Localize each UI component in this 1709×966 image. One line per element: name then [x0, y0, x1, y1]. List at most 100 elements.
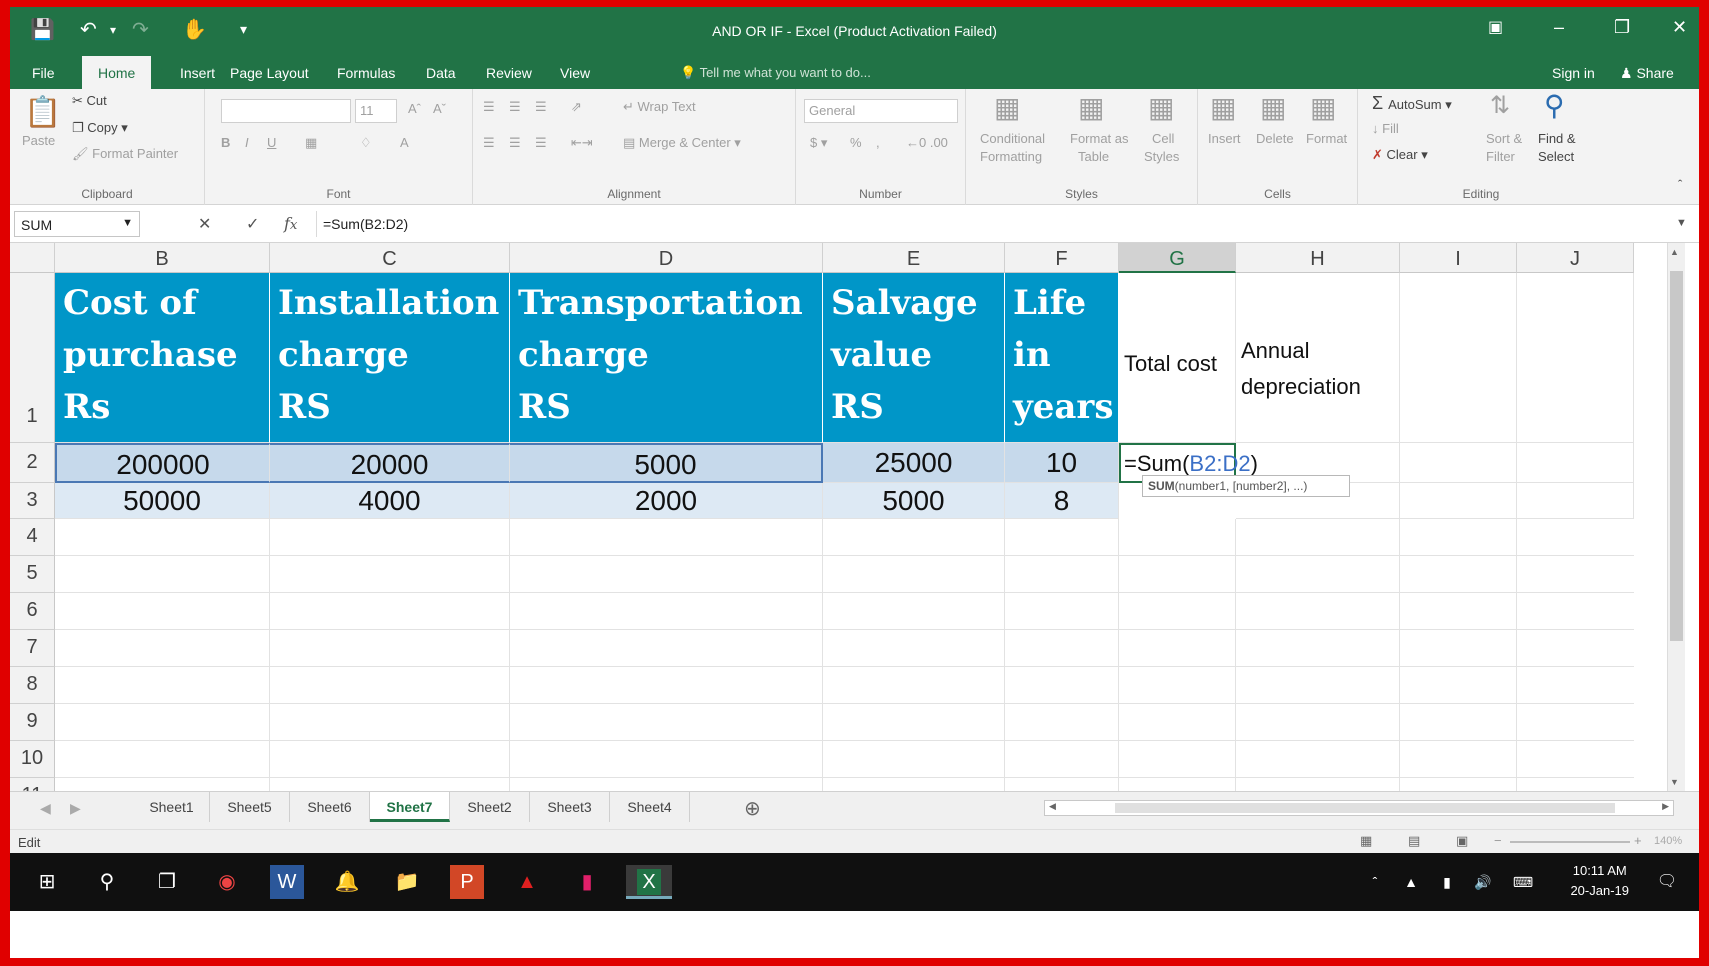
- tab-data[interactable]: Data: [426, 65, 456, 81]
- sort-filter-icon[interactable]: ⇅: [1490, 91, 1510, 120]
- decimal-icon[interactable]: ←0 .00: [906, 135, 948, 150]
- column-header-j[interactable]: J: [1517, 243, 1634, 273]
- horizontal-scrollbar[interactable]: ◀ ▶: [1044, 800, 1674, 816]
- sheet-tab-sheet6[interactable]: Sheet6: [290, 792, 370, 822]
- font-size-box[interactable]: 11: [355, 99, 397, 123]
- row-header-4[interactable]: 4: [10, 519, 55, 556]
- cell-b3[interactable]: 50000: [55, 483, 270, 519]
- chrome-icon[interactable]: ◉: [210, 865, 244, 899]
- fill-color-icon[interactable]: ♢: [360, 135, 372, 151]
- column-header-b[interactable]: B: [55, 243, 270, 273]
- sheet-tab-sheet5[interactable]: Sheet5: [210, 792, 290, 822]
- minimize-button[interactable]: –: [1554, 17, 1564, 38]
- new-sheet-icon[interactable]: ⊕: [744, 796, 761, 821]
- cell-styles-icon[interactable]: ▦: [1148, 91, 1174, 124]
- cell-i2[interactable]: [1400, 443, 1517, 483]
- align-left-icon[interactable]: ☰: [483, 135, 495, 151]
- collapse-ribbon-icon[interactable]: ˆ: [1678, 177, 1682, 192]
- conditional-formatting-icon[interactable]: ▦: [994, 91, 1020, 124]
- sheet-tab-sheet3[interactable]: Sheet3: [530, 792, 610, 822]
- font-color-icon[interactable]: A: [400, 135, 409, 150]
- cell-f3[interactable]: 8: [1005, 483, 1119, 519]
- row-header-6[interactable]: 6: [10, 593, 55, 630]
- conditional-formatting-label[interactable]: Conditional: [980, 131, 1045, 146]
- row-header-5[interactable]: 5: [10, 556, 55, 593]
- media-app-icon[interactable]: ▮: [570, 865, 604, 899]
- system-clock[interactable]: 10:11 AM 20-Jan-19: [1570, 861, 1629, 901]
- underline-button[interactable]: U: [267, 135, 276, 150]
- delete-cells-button[interactable]: Delete: [1256, 131, 1294, 146]
- format-painter-button[interactable]: 🖌 Format Painter: [72, 146, 178, 162]
- scroll-up-icon[interactable]: ▲: [1670, 247, 1679, 257]
- row-header-7[interactable]: 7: [10, 630, 55, 667]
- volume-icon[interactable]: 🔊: [1466, 865, 1500, 899]
- scroll-right-icon[interactable]: ▶: [1662, 801, 1669, 812]
- column-header-e[interactable]: E: [823, 243, 1005, 273]
- cell-f2[interactable]: 10: [1005, 443, 1119, 483]
- tab-home[interactable]: Home: [82, 56, 152, 89]
- keyboard-icon[interactable]: ⌨: [1506, 865, 1540, 899]
- action-center-icon[interactable]: 🗨: [1650, 865, 1684, 899]
- maximize-button[interactable]: ❐: [1614, 17, 1630, 38]
- battery-icon[interactable]: ▮: [1430, 865, 1464, 899]
- ribbon-display-icon[interactable]: ▣: [1488, 17, 1503, 37]
- orientation-icon[interactable]: ⇗: [571, 99, 582, 115]
- cell-j3[interactable]: [1517, 483, 1634, 519]
- paste-button[interactable]: Paste: [22, 133, 55, 148]
- number-format-box[interactable]: General: [804, 99, 958, 123]
- wrap-text-button[interactable]: ↵ Wrap Text: [623, 99, 696, 115]
- cell-c1[interactable]: Installation charge RS: [270, 273, 510, 443]
- row-header-8[interactable]: 8: [10, 667, 55, 704]
- empty-cells-area[interactable]: [55, 519, 1634, 815]
- find-select-button[interactable]: Find &: [1538, 131, 1576, 146]
- italic-button[interactable]: I: [245, 135, 249, 150]
- copy-button[interactable]: ❐ Copy ▾: [72, 120, 128, 136]
- align-middle-icon[interactable]: ☰: [509, 99, 521, 115]
- cell-e2[interactable]: 25000: [823, 443, 1005, 483]
- tell-me-box[interactable]: 💡 Tell me what you want to do...: [680, 65, 871, 81]
- merge-center-button[interactable]: ▤ Merge & Center ▾: [623, 135, 741, 151]
- select-all-corner[interactable]: [10, 243, 55, 273]
- borders-icon[interactable]: ▦: [305, 135, 317, 151]
- cut-button[interactable]: ✂ Cut: [72, 93, 107, 109]
- cell-d1[interactable]: Transportation charge RS: [510, 273, 823, 443]
- sort-filter-button[interactable]: Sort &: [1486, 131, 1522, 146]
- task-view-icon[interactable]: ❐: [150, 865, 184, 899]
- cell-f1[interactable]: Life in years: [1005, 273, 1119, 443]
- next-sheet-icon[interactable]: ▶: [70, 800, 81, 817]
- cell-h1[interactable]: Annual depreciation: [1236, 273, 1400, 443]
- tab-formulas[interactable]: Formulas: [337, 65, 395, 81]
- cell-b2[interactable]: 200000: [55, 443, 270, 483]
- expand-formula-bar-icon[interactable]: ▼: [1676, 217, 1687, 229]
- tooltip-function-name[interactable]: SUM: [1148, 479, 1175, 493]
- sign-in-link[interactable]: Sign in: [1552, 65, 1595, 81]
- enter-entry-icon[interactable]: ✓: [246, 214, 259, 234]
- magnifier-icon[interactable]: ⚲: [1544, 89, 1565, 122]
- column-header-g[interactable]: G: [1119, 243, 1236, 273]
- powerpoint-icon[interactable]: P: [450, 865, 484, 899]
- format-cells-icon[interactable]: ▦: [1310, 91, 1336, 124]
- insert-cells-icon[interactable]: ▦: [1210, 91, 1236, 124]
- column-header-i[interactable]: I: [1400, 243, 1517, 273]
- sheet-tab-sheet2[interactable]: Sheet2: [450, 792, 530, 822]
- tab-page-layout[interactable]: Page Layout: [230, 65, 309, 81]
- word-icon[interactable]: W: [270, 865, 304, 899]
- align-bottom-icon[interactable]: ☰: [535, 99, 547, 115]
- notification-app-icon[interactable]: 🔔: [330, 865, 364, 899]
- currency-icon[interactable]: $ ▾: [810, 135, 827, 151]
- decrease-font-icon[interactable]: Aˇ: [433, 101, 446, 116]
- format-as-table-icon[interactable]: ▦: [1078, 91, 1104, 124]
- column-header-f[interactable]: F: [1005, 243, 1119, 273]
- start-windows-icon[interactable]: ⊞: [30, 865, 64, 899]
- cell-d3[interactable]: 2000: [510, 483, 823, 519]
- file-explorer-icon[interactable]: 📁: [390, 865, 424, 899]
- excel-taskbar-icon[interactable]: X: [626, 865, 672, 899]
- comma-icon[interactable]: ,: [876, 135, 880, 150]
- column-header-d[interactable]: D: [510, 243, 823, 273]
- sheet-tab-sheet1[interactable]: Sheet1: [134, 792, 210, 822]
- cell-c2[interactable]: 20000: [270, 443, 510, 483]
- formula-input[interactable]: =Sum(B2:D2): [316, 211, 1686, 237]
- cell-j2[interactable]: [1517, 443, 1634, 483]
- sheet-tab-sheet7[interactable]: Sheet7: [370, 792, 450, 822]
- name-box-dropdown-icon[interactable]: ▼: [122, 217, 133, 229]
